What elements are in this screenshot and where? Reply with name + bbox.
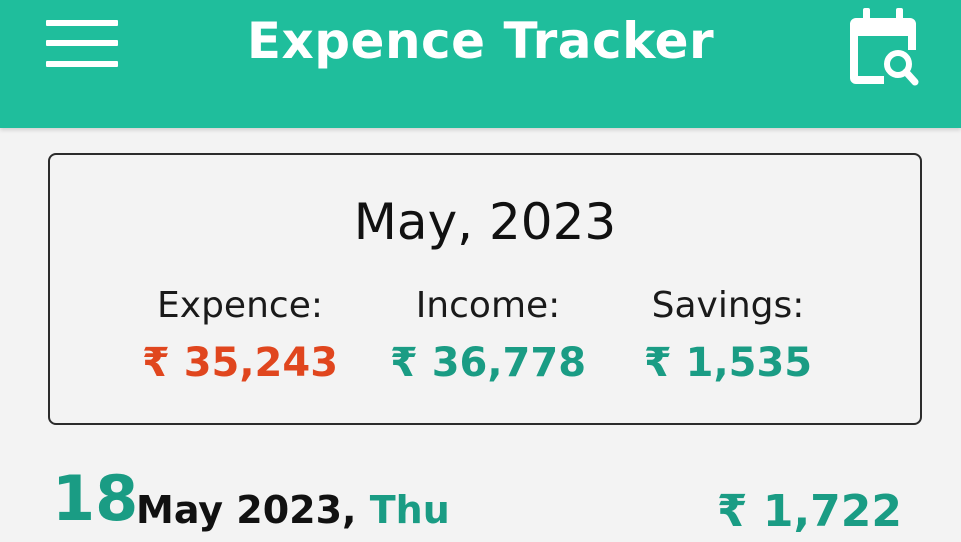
savings-label: Savings: (651, 285, 805, 326)
savings-stat: Savings: ₹ 1,535 (628, 285, 828, 386)
savings-value: ₹ 1,535 (643, 340, 813, 386)
day-date: May 2023, Thu (136, 488, 450, 532)
app-title: Expence Tracker (246, 12, 715, 70)
income-stat: Income: ₹ 36,778 (388, 285, 588, 386)
day-total: ₹ 1,722 (716, 486, 902, 537)
day-number: 18 (52, 462, 139, 535)
app-bar: Expence Tracker (0, 0, 961, 128)
day-weekday: Thu (369, 488, 450, 532)
expence-label: Expence: (157, 285, 323, 326)
day-month-year: May 2023, (136, 488, 357, 532)
summary-month: May, 2023 (353, 193, 617, 251)
day-entry-header[interactable]: 18 May 2023, Thu ₹ 1,722 (52, 462, 912, 542)
income-value: ₹ 36,778 (389, 340, 587, 386)
expence-value: ₹ 35,243 (141, 340, 339, 386)
calendar-search-icon[interactable] (848, 6, 920, 88)
expence-stat: Expence: ₹ 35,243 (140, 285, 340, 386)
income-label: Income: (415, 285, 561, 326)
monthly-summary-card[interactable]: May, 2023 Expence: ₹ 35,243 Income: ₹ 36… (48, 153, 922, 425)
